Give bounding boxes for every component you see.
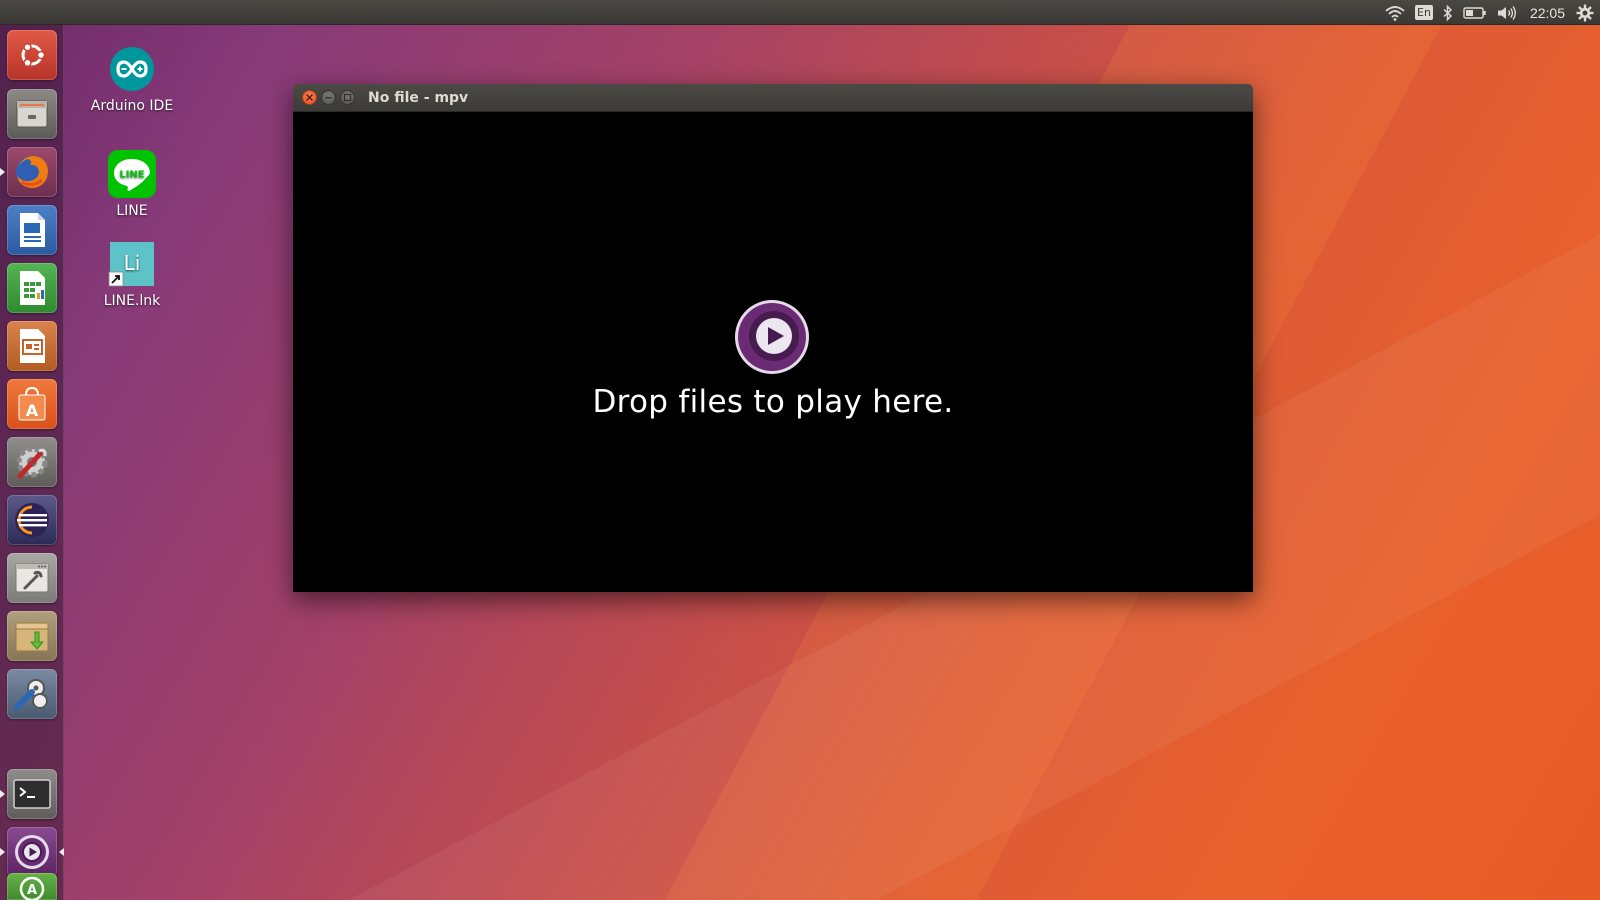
video-editor-icon: [14, 679, 48, 710]
terminal-button[interactable]: [7, 769, 57, 819]
system-settings-icon: [16, 446, 48, 479]
launcher: A A: [0, 25, 64, 900]
libreoffice-calc-button[interactable]: [7, 263, 57, 313]
desktop-icon-label: Arduino IDE: [90, 98, 174, 114]
close-icon: [306, 94, 313, 101]
desktop-icon-line-lnk[interactable]: Li LINE.lnk: [90, 240, 174, 310]
shortcut-glyph: Li: [124, 251, 141, 275]
desktop-icon-arduino[interactable]: Arduino IDE: [90, 45, 174, 115]
bluetooth-icon[interactable]: [1443, 0, 1453, 25]
svg-text:LINE: LINE: [119, 170, 144, 181]
system-tools-button[interactable]: [7, 553, 57, 603]
ubuntu-dash-button[interactable]: [7, 30, 57, 80]
files-button[interactable]: [7, 89, 57, 139]
battery-icon[interactable]: [1463, 0, 1487, 25]
mpv-logo-icon: [734, 299, 810, 375]
volume-icon[interactable]: [1497, 0, 1517, 25]
video-editor-button[interactable]: [7, 669, 57, 719]
software-updater-icon: A: [19, 876, 45, 900]
firefox-icon: [16, 156, 48, 188]
running-indicator: [0, 168, 5, 176]
video-drop-area[interactable]: Drop files to play here.: [293, 112, 1253, 592]
system-tools-icon: [15, 563, 49, 593]
archive-manager-icon: [15, 622, 49, 652]
libreoffice-impress-button[interactable]: [7, 321, 57, 371]
eclipse-icon: [15, 503, 49, 537]
archive-manager-button[interactable]: [7, 611, 57, 661]
top-panel: En 22:05: [0, 0, 1600, 25]
close-button[interactable]: [302, 90, 317, 105]
libreoffice-calc-icon: [20, 271, 45, 305]
libreoffice-writer-button[interactable]: [7, 205, 57, 255]
ubuntu-dash-icon: [21, 42, 46, 68]
running-indicator: [0, 848, 5, 856]
maximize-button[interactable]: [340, 90, 355, 105]
files-icon: [16, 100, 48, 128]
terminal-icon: [13, 779, 51, 809]
desktop-icon-label: LINE.lnk: [103, 293, 161, 309]
drop-files-message: Drop files to play here.: [592, 384, 954, 420]
mpv-button[interactable]: [7, 827, 57, 877]
svg-text:A: A: [27, 883, 37, 898]
desktop-icon-line[interactable]: LINE LINE: [90, 150, 174, 220]
arduino-icon: [108, 45, 156, 93]
minimize-icon: [325, 97, 332, 99]
wifi-icon[interactable]: [1385, 0, 1405, 25]
keyboard-layout-indicator[interactable]: En: [1415, 0, 1433, 25]
software-updater-button[interactable]: A: [7, 873, 57, 900]
system-gear-icon[interactable]: [1576, 0, 1594, 25]
firefox-button[interactable]: [7, 147, 57, 197]
clock[interactable]: 22:05: [1530, 5, 1565, 21]
libreoffice-writer-icon: [20, 213, 45, 247]
indicator-area: En 22:05: [1380, 0, 1600, 25]
ubuntu-software-icon: A: [18, 386, 46, 421]
eclipse-button[interactable]: [7, 495, 57, 545]
libreoffice-impress-icon: [20, 329, 45, 363]
running-indicator: [0, 790, 5, 798]
keyboard-layout-label: En: [1415, 5, 1433, 20]
window-title: No file - mpv: [368, 89, 469, 106]
system-settings-button[interactable]: [7, 437, 57, 487]
maximize-icon: [343, 93, 352, 102]
desktop-icon-label: LINE: [116, 203, 148, 219]
mpv-window: No file - mpv Drop files to play here.: [293, 84, 1253, 592]
svg-text:A: A: [26, 401, 39, 420]
ubuntu-software-button[interactable]: A: [7, 379, 57, 429]
line-icon: LINE: [108, 150, 156, 198]
minimize-button[interactable]: [321, 90, 336, 105]
mpv-icon: [15, 835, 49, 869]
line-shortcut-icon: Li: [108, 240, 156, 288]
focused-indicator: [59, 848, 64, 856]
window-titlebar[interactable]: No file - mpv: [293, 84, 1253, 112]
